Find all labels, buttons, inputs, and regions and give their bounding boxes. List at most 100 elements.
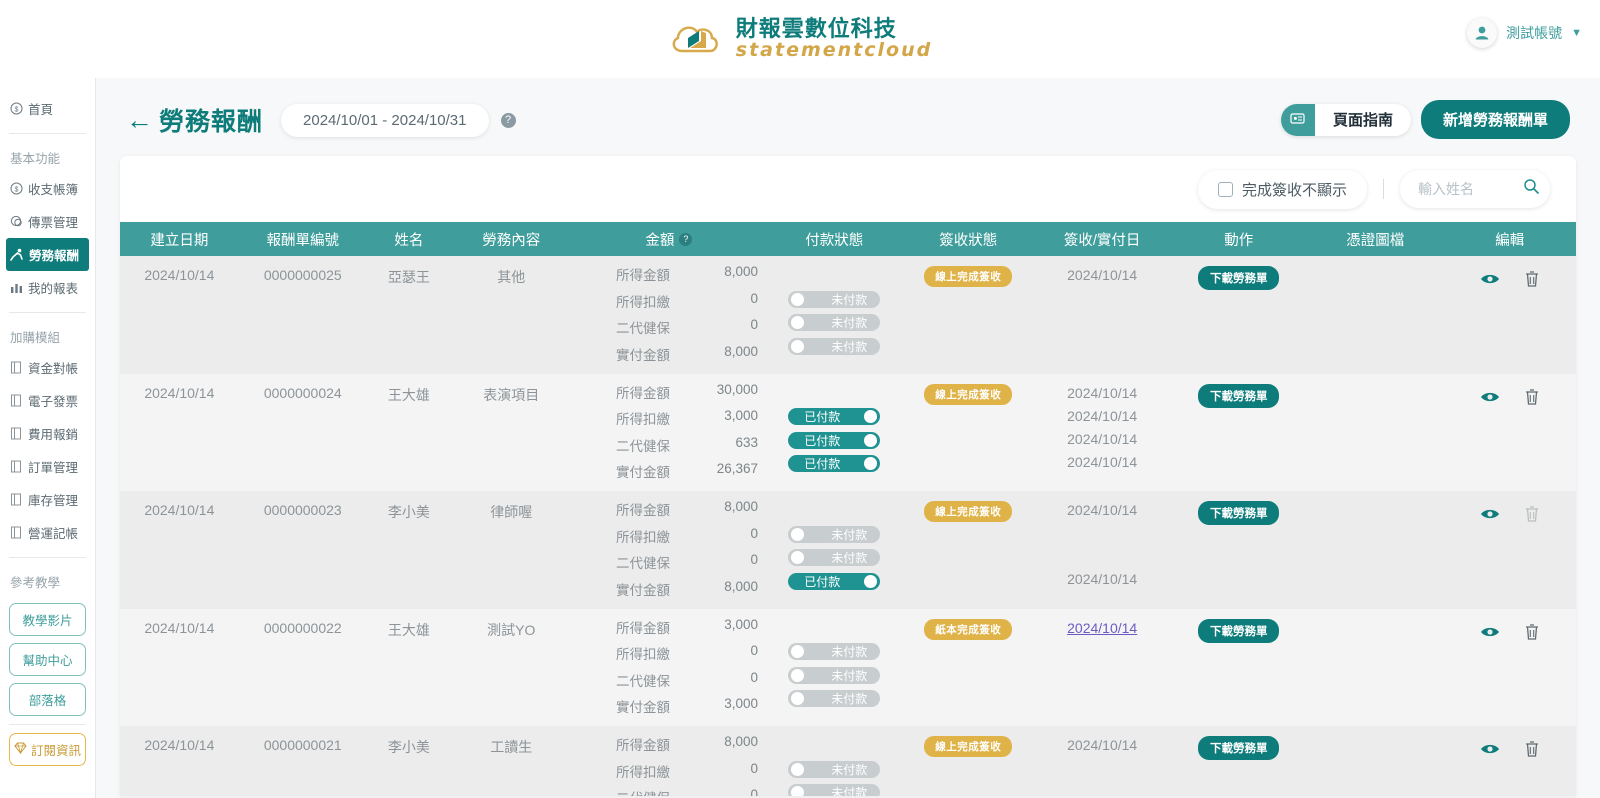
sidebar-item-reports[interactable]: 我的報表	[0, 271, 95, 304]
col-pay-no: 報酬單編號	[238, 222, 367, 256]
cell-work: 工讀生	[490, 739, 533, 755]
cell-action: 下載勞務單	[1170, 726, 1307, 796]
subscribe-button[interactable]: 訂閱資訊	[9, 733, 86, 766]
guide-icon	[1280, 103, 1315, 136]
sidebar-item-orders[interactable]: 訂單管理	[0, 450, 95, 483]
search-icon[interactable]	[1523, 178, 1540, 200]
view-icon[interactable]	[1480, 390, 1500, 404]
payment-toggle[interactable]: 未付款	[788, 643, 881, 660]
book-icon	[9, 361, 23, 375]
help-icon[interactable]: ?	[500, 112, 516, 128]
amount-value: 8,000	[724, 734, 759, 749]
blog-button[interactable]: 部落格	[9, 683, 86, 716]
payment-toggle[interactable]: 未付款	[788, 314, 881, 331]
download-labor-form-button[interactable]: 下載勞務單	[1197, 266, 1280, 290]
sidebar-item-home[interactable]: $ 首頁	[0, 92, 95, 125]
toggle-knob	[864, 410, 878, 423]
tutorial-video-button[interactable]: 教學影片	[9, 603, 86, 636]
sidebar-item-operations[interactable]: 營運記帳	[0, 516, 95, 549]
pay-date-line: 2024/10/14	[1067, 737, 1138, 753]
checkbox-icon[interactable]	[1217, 181, 1233, 197]
header-actions: 頁面指南 新增勞務報酬單	[1280, 100, 1570, 139]
payment-toggle[interactable]: 已付款	[788, 431, 881, 449]
payment-toggle-label: 未付款	[831, 527, 868, 542]
pay-date-line	[1034, 689, 1171, 712]
cell-sign-status: 線上完成簽收	[903, 374, 1034, 492]
download-labor-form-button[interactable]: 下載勞務單	[1197, 501, 1280, 525]
book-icon	[9, 526, 23, 540]
status-badge: 線上完成簽收	[924, 383, 1013, 405]
book-icon	[9, 427, 23, 441]
cell-sign-pay-date: 2024/10/14	[1034, 256, 1171, 374]
account-menu[interactable]: 測試帳號 ▼	[1467, 18, 1582, 48]
payment-toggle[interactable]: 未付款	[788, 690, 881, 707]
pay-date-line	[1034, 643, 1171, 666]
help-center-button[interactable]: 幫助中心	[9, 643, 86, 676]
delete-icon[interactable]	[1524, 623, 1540, 641]
payment-toggle[interactable]: 已付款	[788, 408, 881, 425]
col-action: 動作	[1170, 222, 1308, 256]
add-labor-pay-button[interactable]: 新增勞務報酬單	[1420, 100, 1570, 139]
payment-toggle[interactable]: 未付款	[788, 760, 881, 778]
cloud-logo-icon	[668, 11, 724, 67]
page-title: 勞務報酬	[159, 108, 264, 136]
amount-label: 實付金額	[616, 582, 671, 598]
svg-text:$: $	[14, 106, 18, 113]
download-labor-form-button[interactable]: 下載勞務單	[1197, 618, 1280, 643]
date-range-picker[interactable]: 2024/10/01 - 2024/10/31	[281, 103, 489, 137]
payment-toggle-label: 未付款	[831, 292, 868, 307]
sidebar-item-label: 資金對帳	[28, 362, 79, 376]
amount-help-icon[interactable]: ?	[679, 232, 693, 246]
cell-work: 表演項目	[483, 386, 540, 403]
payment-toggle[interactable]: 未付款	[788, 666, 881, 684]
download-labor-form-button[interactable]: 下載勞務單	[1197, 383, 1280, 408]
view-icon[interactable]	[1480, 272, 1500, 286]
sidebar-item-voucher[interactable]: 傳票管理	[0, 205, 95, 238]
sidebar-item-einvoice[interactable]: 電子發票	[0, 384, 95, 417]
amount-label: 所得金額	[616, 268, 671, 283]
cell-payment-status: 未付款 未付款 已付款	[766, 491, 903, 609]
amount-label: 所得扣繳	[616, 294, 671, 310]
divider	[1383, 179, 1384, 199]
sidebar-item-inventory[interactable]: 庫存管理	[0, 483, 95, 516]
payment-toggle[interactable]: 未付款	[788, 549, 881, 566]
amount-value: 8,000	[724, 343, 759, 359]
avatar	[1467, 18, 1498, 48]
sidebar-item-label: 訂單管理	[28, 461, 79, 475]
sidebar-item-labor-pay[interactable]: 勞務報酬	[6, 238, 89, 271]
divider	[9, 557, 86, 558]
payment-toggle-label: 未付款	[831, 339, 868, 354]
back-arrow-icon[interactable]: ←	[126, 106, 153, 134]
sidebar-item-fund-reconcile[interactable]: 資金對帳	[0, 351, 95, 384]
delete-icon[interactable]	[1524, 270, 1540, 288]
sidebar-section-learn: 參考教學	[10, 576, 61, 590]
payment-toggle[interactable]: 未付款	[788, 337, 881, 355]
sidebar-item-ledger[interactable]: $ 收支帳簿	[0, 172, 95, 205]
cell-sign-pay-date: 2024/10/14 2024/10/14	[1034, 491, 1171, 609]
search-box[interactable]	[1400, 170, 1550, 208]
view-icon[interactable]	[1480, 625, 1500, 639]
search-input[interactable]	[1418, 181, 1523, 197]
amount-value: 8,000	[724, 578, 759, 594]
cell-edit	[1444, 609, 1576, 727]
delete-icon[interactable]	[1524, 740, 1540, 758]
payment-toggle[interactable]: 已付款	[788, 572, 881, 590]
delete-icon[interactable]	[1524, 388, 1540, 406]
svg-text:$: $	[14, 186, 18, 193]
chevron-down-icon[interactable]: ▼	[1571, 27, 1582, 39]
cell-name: 亞瑟王	[387, 269, 430, 285]
payment-toggle[interactable]: 未付款	[788, 290, 881, 308]
cell-voucher-image	[1307, 374, 1444, 492]
payment-toggle[interactable]: 未付款	[788, 525, 881, 543]
download-labor-form-button[interactable]: 下載勞務單	[1197, 736, 1280, 760]
sidebar-item-label: 營運記帳	[28, 527, 79, 541]
view-icon[interactable]	[1480, 507, 1500, 521]
payment-toggle[interactable]: 已付款	[788, 455, 881, 472]
delete-icon[interactable]	[1524, 505, 1540, 523]
hide-signed-toggle[interactable]: 完成簽收不顯示	[1197, 169, 1367, 209]
payment-toggle[interactable]: 未付款	[788, 784, 881, 796]
sidebar-item-expense[interactable]: 費用報銷	[0, 417, 95, 450]
page-guide-button[interactable]: 頁面指南	[1280, 103, 1411, 136]
pay-date-link[interactable]: 2024/10/14	[1067, 620, 1137, 636]
view-icon[interactable]	[1480, 742, 1500, 756]
